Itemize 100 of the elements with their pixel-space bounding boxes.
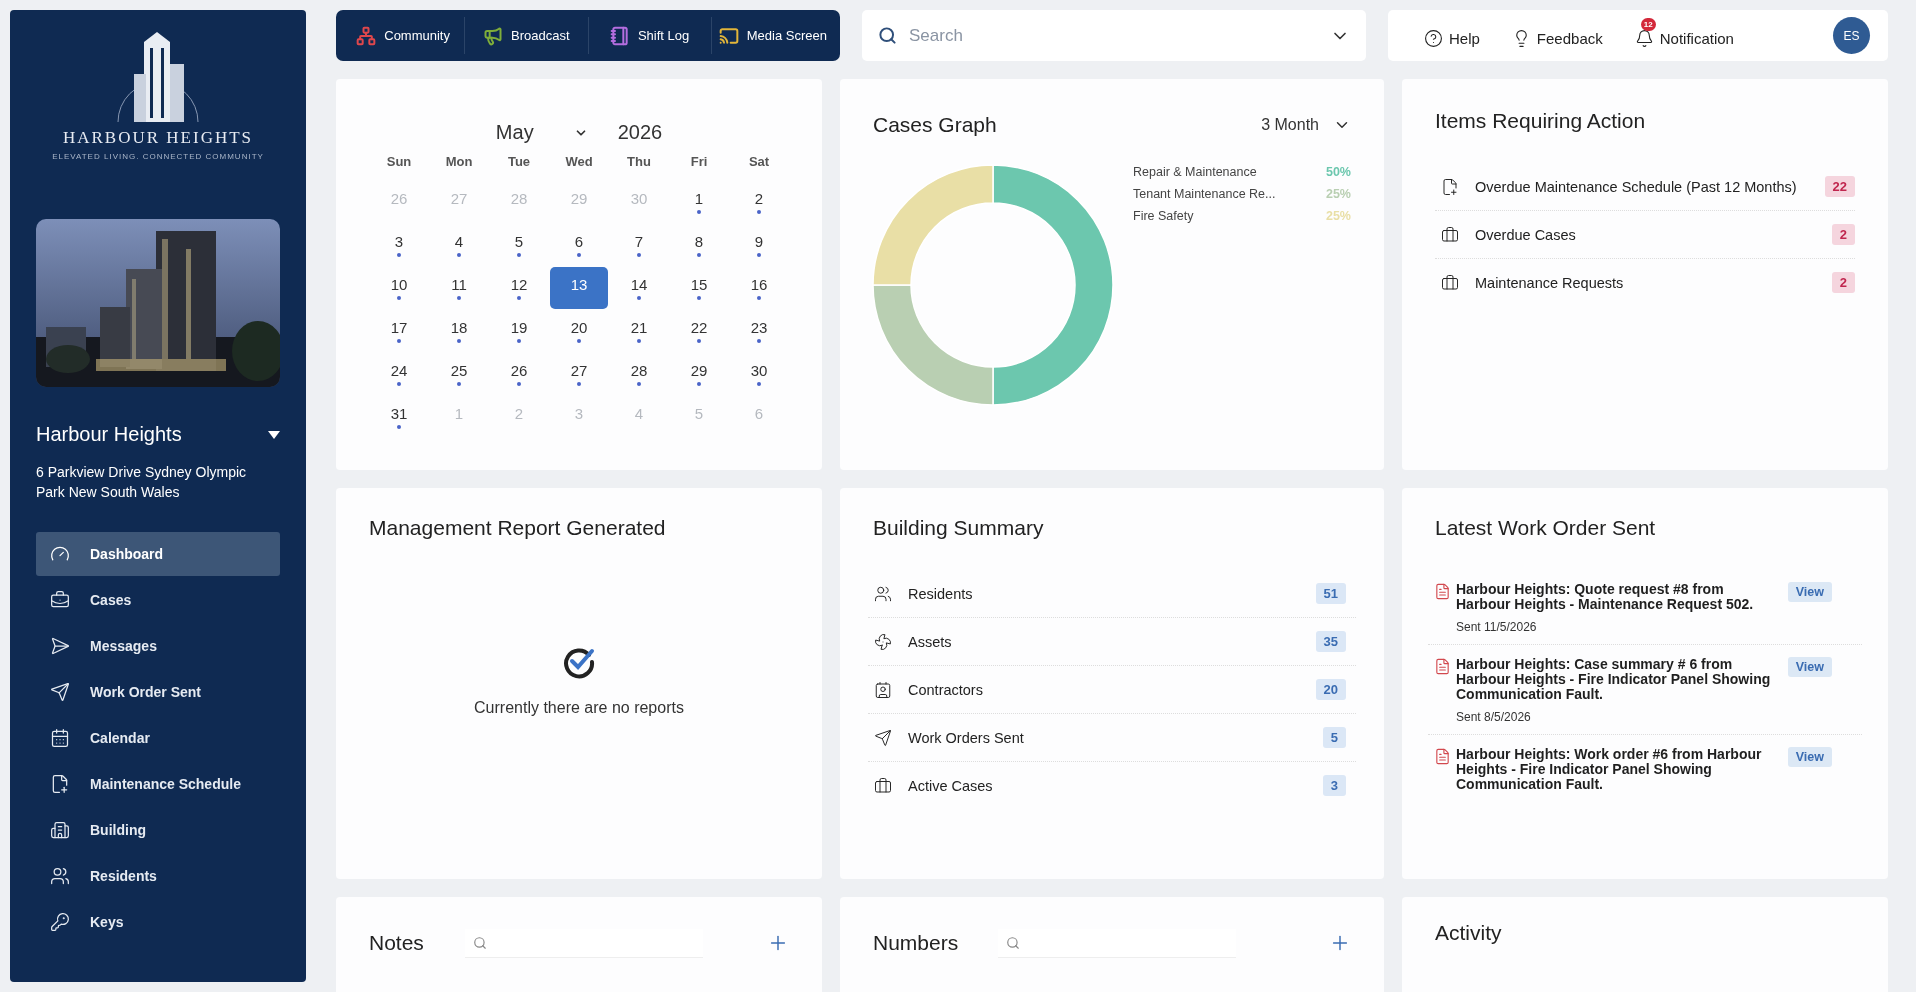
range-select[interactable]: 3 Month (1261, 116, 1351, 134)
sidebar-item-icon (50, 682, 70, 702)
calendar-day[interactable]: 10 (370, 267, 428, 309)
card-title: Activity (1435, 921, 1503, 945)
header-link[interactable]: Feedback (1511, 17, 1603, 54)
sidebar-item-icon (50, 774, 70, 794)
sidebar-item[interactable]: Maintenance Schedule (36, 762, 280, 806)
search-input[interactable]: Search (907, 24, 1320, 47)
calendar-day[interactable]: 15 (670, 267, 728, 309)
work-order-title[interactable]: Harbour Heights: Case summary # 6 from Harbour Heights - Fire Indicator Panel Showing Communication Fault. (1456, 657, 1776, 702)
calendar-day[interactable]: 22 (670, 310, 728, 352)
notification-badge: 12 (1640, 18, 1656, 31)
summary-item[interactable]: Assets 35 (868, 618, 1356, 666)
quick-nav-button[interactable]: Community (342, 17, 465, 54)
action-item[interactable]: Overdue Maintenance Schedule (Past 12 Months) 22 (1435, 163, 1855, 211)
calendar-day[interactable]: 3 (370, 224, 428, 266)
search-field[interactable]: Search (862, 10, 1366, 61)
summary-item[interactable]: Contractors 20 (868, 666, 1356, 714)
view-button[interactable]: View (1787, 657, 1832, 677)
card-title: Items Requiring Action (1435, 109, 1647, 133)
count-badge: 5 (1322, 727, 1346, 748)
calendar-day[interactable]: 5 (490, 224, 548, 266)
card-title: Notes (369, 931, 425, 955)
calendar-day[interactable]: 18 (430, 310, 488, 352)
caret-icon[interactable] (268, 430, 280, 439)
calendar-day[interactable]: 26 (490, 353, 548, 395)
quick-nav-button[interactable]: Media Screen (710, 17, 834, 54)
summary-item[interactable]: Residents 51 (868, 570, 1356, 618)
calendar-day[interactable]: 23 (730, 310, 788, 352)
sidebar-item-icon (50, 912, 70, 932)
calendar-day[interactable]: 7 (610, 224, 668, 266)
view-button[interactable]: View (1787, 582, 1832, 602)
calendar-day[interactable]: 6 (550, 224, 608, 266)
quick-nav-button[interactable]: Shift Log (587, 17, 711, 54)
view-button[interactable]: View (1787, 747, 1832, 767)
calendar-day[interactable]: 27 (550, 353, 608, 395)
sidebar-item[interactable]: Cases (36, 578, 280, 622)
work-order-date: Sent 8/5/2026 (1456, 710, 1532, 724)
calendar-day[interactable]: 30 (730, 353, 788, 395)
quick-nav-button[interactable]: Broadcast (464, 17, 588, 54)
year-label[interactable]: 2026 (617, 121, 663, 144)
sidebar-item[interactable]: Keys (36, 900, 280, 944)
work-order-title[interactable]: Harbour Heights: Quote request #8 from Harbour Heights - Maintenance Request 502. (1456, 582, 1776, 612)
sidebar-item-label: Maintenance Schedule (90, 776, 241, 792)
calendar-day[interactable]: 19 (490, 310, 548, 352)
weekday-label: Sun (385, 154, 413, 171)
summary-item[interactable]: Active Cases 3 (868, 762, 1356, 809)
search-icon (473, 935, 487, 950)
calendar-day[interactable]: 13 (550, 267, 608, 309)
calendar-day[interactable]: 16 (730, 267, 788, 309)
calendar-day[interactable]: 21 (610, 310, 668, 352)
sidebar-item[interactable]: Messages (36, 624, 280, 668)
calendar-day[interactable]: 8 (670, 224, 728, 266)
calendar-day[interactable]: 24 (370, 353, 428, 395)
card-title: Numbers (873, 931, 959, 955)
sidebar-item-icon (50, 590, 70, 610)
month-select[interactable]: May (495, 121, 588, 144)
header-link[interactable]: Notification 12 (1634, 17, 1734, 54)
calendar-day[interactable]: 11 (430, 267, 488, 309)
sidebar-item-label: Messages (90, 638, 157, 654)
sidebar-item[interactable]: Residents (36, 854, 280, 898)
sidebar-item[interactable]: Dashboard (36, 532, 280, 576)
calendar-day[interactable]: 31 (370, 396, 428, 438)
legend-label: Tenant Maintenance Re... (1133, 187, 1276, 201)
weekday-label: Fri (689, 154, 709, 171)
header-link[interactable]: Help (1424, 17, 1480, 54)
calendar-day[interactable]: 14 (610, 267, 668, 309)
calendar-day[interactable]: 25 (430, 353, 488, 395)
user-avatar[interactable]: ES (1833, 17, 1870, 54)
summary-item-icon (874, 680, 892, 699)
card-title: Latest Work Order Sent (1434, 516, 1657, 540)
empty-message: Currently there are no reports (474, 698, 684, 717)
sidebar-item-label: Dashboard (90, 546, 164, 562)
search-icon (1006, 935, 1021, 950)
calendar-day[interactable]: 2 (730, 181, 788, 223)
sidebar-item[interactable]: Work Order Sent (36, 670, 280, 714)
weekday-label: Sat (747, 154, 771, 171)
work-order-title[interactable]: Harbour Heights: Work order #6 from Harbour Heights - Fire Indicator Panel Showing Communication Fault. (1456, 747, 1776, 792)
calendar-day[interactable]: 4 (430, 224, 488, 266)
sidebar-item[interactable]: Building (36, 808, 280, 852)
weekday-label: Mon (444, 154, 474, 171)
count-badge: 2 (1831, 224, 1855, 245)
building-name[interactable]: Harbour Heights (36, 423, 182, 446)
legend-value: 25% (1325, 209, 1351, 223)
legend-value: 50% (1325, 165, 1351, 179)
sidebar-item-label: Residents (90, 868, 157, 884)
calendar-day[interactable]: 1 (670, 181, 728, 223)
sidebar-item[interactable]: Calendar (36, 716, 280, 760)
action-item[interactable]: Maintenance Requests 2 (1435, 259, 1855, 306)
calendar-day[interactable]: 17 (370, 310, 428, 352)
action-item[interactable]: Overdue Cases 2 (1435, 211, 1855, 259)
weekday-label: Wed (564, 154, 594, 171)
calendar-day[interactable]: 12 (490, 267, 548, 309)
sidebar-item-icon (50, 728, 70, 748)
calendar-day[interactable]: 9 (730, 224, 788, 266)
calendar-day[interactable]: 20 (550, 310, 608, 352)
calendar-day[interactable]: 28 (610, 353, 668, 395)
count-badge: 3 (1322, 775, 1346, 796)
summary-item[interactable]: Work Orders Sent 5 (868, 714, 1356, 762)
calendar-day[interactable]: 29 (670, 353, 728, 395)
